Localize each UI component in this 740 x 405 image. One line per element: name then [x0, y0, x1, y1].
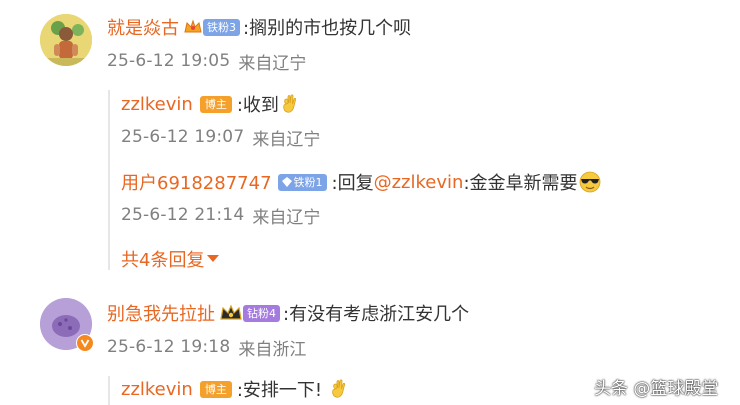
ok-hand-emoji-icon [330, 379, 346, 399]
comment-timestamp: 25-6-12 19:05 [107, 51, 231, 71]
reply-text-prefix: :回复 [331, 173, 374, 194]
reply-username[interactable]: zzlkevin [121, 94, 193, 115]
reply-location: 来自辽宁 [252, 129, 321, 150]
avatar-image-icon [40, 14, 92, 66]
verified-badge-icon [76, 334, 94, 352]
comment-timestamp: 25-6-12 19:18 [107, 337, 231, 357]
reply-username[interactable]: 用户6918287747 [121, 169, 272, 195]
comment-username[interactable]: 别急我先拉扯 [107, 300, 215, 326]
more-replies-label: 共4条回复 [121, 250, 205, 271]
comment-text: :有没有考虑浙江安几个 [283, 304, 470, 325]
user-avatar[interactable] [40, 298, 94, 352]
reply-thread-bar [108, 376, 110, 405]
user-avatar[interactable] [40, 14, 92, 66]
more-replies-link[interactable]: 共4条回复 [121, 247, 220, 271]
comment-location: 来自浙江 [238, 339, 307, 360]
reply-timestamp: 25-6-12 21:14 [121, 205, 245, 225]
watermark: 头条 @篮球殿堂 [594, 379, 719, 399]
sunglasses-emoji-icon [579, 171, 601, 193]
crown-icon [220, 304, 242, 322]
crown-icon [184, 19, 202, 35]
reply-mention-link[interactable]: @zzlkevin [374, 172, 464, 193]
fan-badge: 铁粉3 [203, 18, 240, 36]
comment-text: :搁别的市也按几个呗 [243, 18, 412, 39]
reply-text: :收到 [236, 95, 279, 116]
comment-username[interactable]: 就是焱古 [107, 14, 179, 40]
reply-thread-bar [108, 90, 110, 270]
triangle-down-icon [207, 255, 220, 263]
host-badge: 博主 [199, 380, 232, 398]
reply-text: :安排一下! [236, 380, 323, 401]
fan-badge-label: 铁粉1 [293, 175, 323, 189]
ok-hand-emoji-icon [281, 94, 297, 114]
reply-timestamp: 25-6-12 19:07 [121, 127, 245, 147]
host-badge: 博主 [199, 95, 232, 113]
reply-username[interactable]: zzlkevin [121, 379, 193, 400]
reply-location: 来自辽宁 [252, 207, 321, 228]
fan-badge: 铁粉1 [277, 173, 327, 191]
comment-location: 来自辽宁 [238, 53, 307, 74]
fan-badge: 钻粉4 [243, 304, 280, 322]
diamond-icon [281, 177, 292, 187]
reply-text-suffix: :金金阜新需要 [463, 173, 578, 194]
